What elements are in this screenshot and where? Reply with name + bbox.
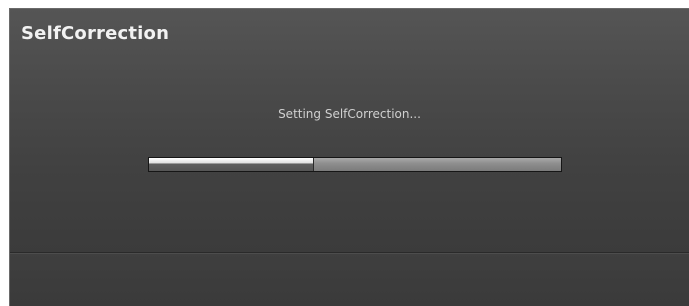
dialog-title: SelfCorrection xyxy=(21,23,170,44)
progress-bar xyxy=(148,157,562,172)
selfcorrection-dialog: SelfCorrection Setting SelfCorrection... xyxy=(9,8,689,306)
dialog-footer xyxy=(10,252,689,306)
progress-bar-fill xyxy=(149,158,314,171)
status-message: Setting SelfCorrection... xyxy=(278,107,421,121)
